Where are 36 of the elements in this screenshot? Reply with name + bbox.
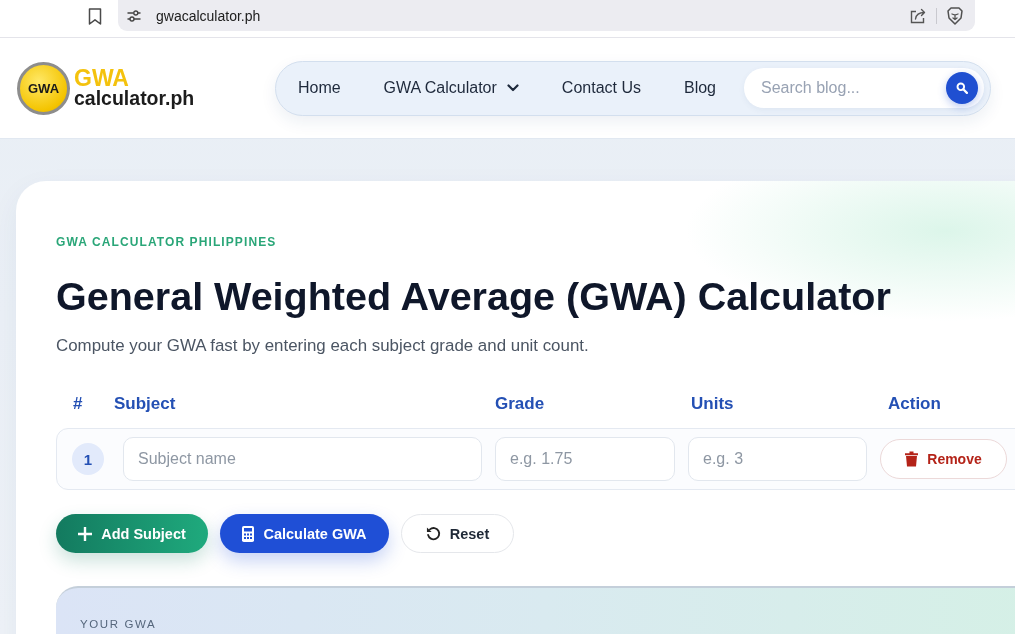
nav-link[interactable]: Blog	[683, 79, 716, 97]
sliders-icon[interactable]	[127, 9, 141, 22]
reset-button[interactable]: Reset	[401, 514, 514, 553]
column-header: Units	[691, 393, 735, 415]
column-header: Subject	[114, 393, 177, 415]
column-header: Grade	[495, 393, 546, 415]
chevron-down-icon	[506, 84, 519, 92]
grade-input[interactable]: e.g. 1.75	[495, 437, 675, 481]
remove-button[interactable]: Remove	[880, 439, 1007, 479]
result-label: YOUR GWA	[80, 618, 157, 630]
logo-badge[interactable]: GWA	[17, 61, 70, 115]
address-bar[interactable]: gwacalculator.ph	[118, 0, 975, 31]
bookmark-icon[interactable]	[88, 8, 102, 25]
eyebrow-label: GWA CALCULATOR PHILIPPINES	[56, 234, 278, 250]
subject-input[interactable]: Subject name	[123, 437, 482, 481]
page-title: General Weighted Average (GWA) Calculator	[56, 273, 892, 320]
logo-domain[interactable]: calculator.ph	[74, 87, 195, 109]
page-subtitle: Compute your GWA fast by entering each subject grade and unit count.	[56, 335, 590, 357]
column-header: #	[73, 393, 84, 415]
trash-icon	[905, 451, 919, 467]
url-text[interactable]: gwacalculator.ph	[156, 7, 261, 24]
calculator-icon	[242, 525, 255, 542]
calculate-button[interactable]: Calculate GWA	[220, 514, 389, 553]
nav-dropdown[interactable]: GWA Calculator	[383, 79, 519, 97]
nav-link[interactable]: Contact Us	[561, 79, 641, 97]
add-button[interactable]: Add Subject	[56, 514, 208, 553]
shield-icon[interactable]	[947, 6, 963, 25]
share-icon[interactable]	[910, 7, 926, 24]
search-icon	[956, 82, 968, 94]
plus-icon	[78, 526, 93, 541]
nav-link[interactable]: Home	[297, 79, 341, 97]
search-field[interactable]: Search blog...	[744, 68, 984, 108]
units-input[interactable]: e.g. 3	[688, 437, 867, 481]
row-number: 1	[72, 443, 104, 475]
circular-arrow-icon	[425, 526, 441, 541]
column-header: Action	[888, 393, 941, 415]
